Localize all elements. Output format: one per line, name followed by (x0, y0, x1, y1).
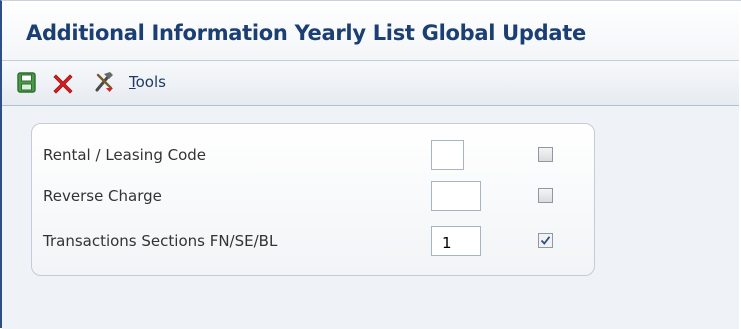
tools-label: Tools (129, 73, 166, 91)
toolbar: Tools (2, 60, 739, 106)
tools-menu-button[interactable]: Tools (93, 70, 166, 94)
cancel-button[interactable] (52, 72, 74, 98)
transactions-sections-label: Transactions Sections FN/SE/BL (43, 232, 278, 250)
rental-leasing-code-label: Rental / Leasing Code (43, 146, 207, 164)
tools-icon (95, 72, 113, 92)
form-row-rental-leasing: Rental / Leasing Code (32, 138, 594, 174)
transactions-sections-field[interactable]: 1 (431, 226, 481, 256)
form-row-reverse-charge: Reverse Charge (32, 179, 594, 215)
checkmark-icon (540, 236, 551, 245)
transactions-sections-checkbox[interactable] (538, 233, 553, 248)
reverse-charge-label: Reverse Charge (43, 187, 162, 205)
form-panel: Rental / Leasing Code Reverse Charge Tra… (31, 123, 595, 276)
form-row-transactions-sections: Transactions Sections FN/SE/BL 1 (32, 224, 594, 260)
rental-leasing-code-checkbox[interactable] (538, 147, 553, 162)
save-icon (17, 72, 36, 93)
rental-leasing-code-field[interactable] (431, 140, 464, 170)
reverse-charge-checkbox[interactable] (538, 188, 553, 203)
reverse-charge-field[interactable] (431, 181, 481, 211)
cancel-icon (53, 74, 73, 94)
page-title: Additional Information Yearly List Globa… (26, 21, 586, 45)
save-button[interactable] (16, 72, 38, 98)
title-bar: Additional Information Yearly List Globa… (2, 1, 739, 60)
